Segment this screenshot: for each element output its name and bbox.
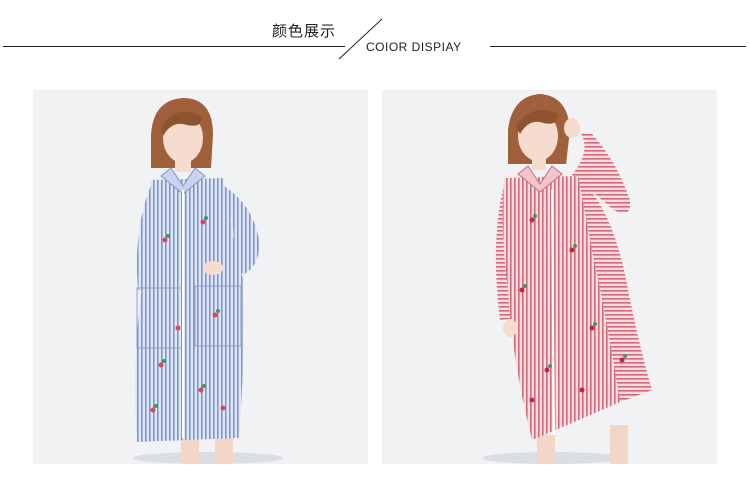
model-illustration-red [482, 94, 652, 464]
section-subtitle: COIOR DISPIAY [366, 40, 462, 54]
header-rule-right [490, 46, 746, 47]
product-photo-blue [33, 90, 368, 464]
header-rule-left [3, 46, 345, 47]
model-illustration-blue [133, 98, 283, 464]
section-header: 颜色展示 COIOR DISPIAY [0, 0, 750, 80]
section-title: 颜色展示 [272, 22, 337, 40]
product-photo-red [382, 90, 717, 464]
